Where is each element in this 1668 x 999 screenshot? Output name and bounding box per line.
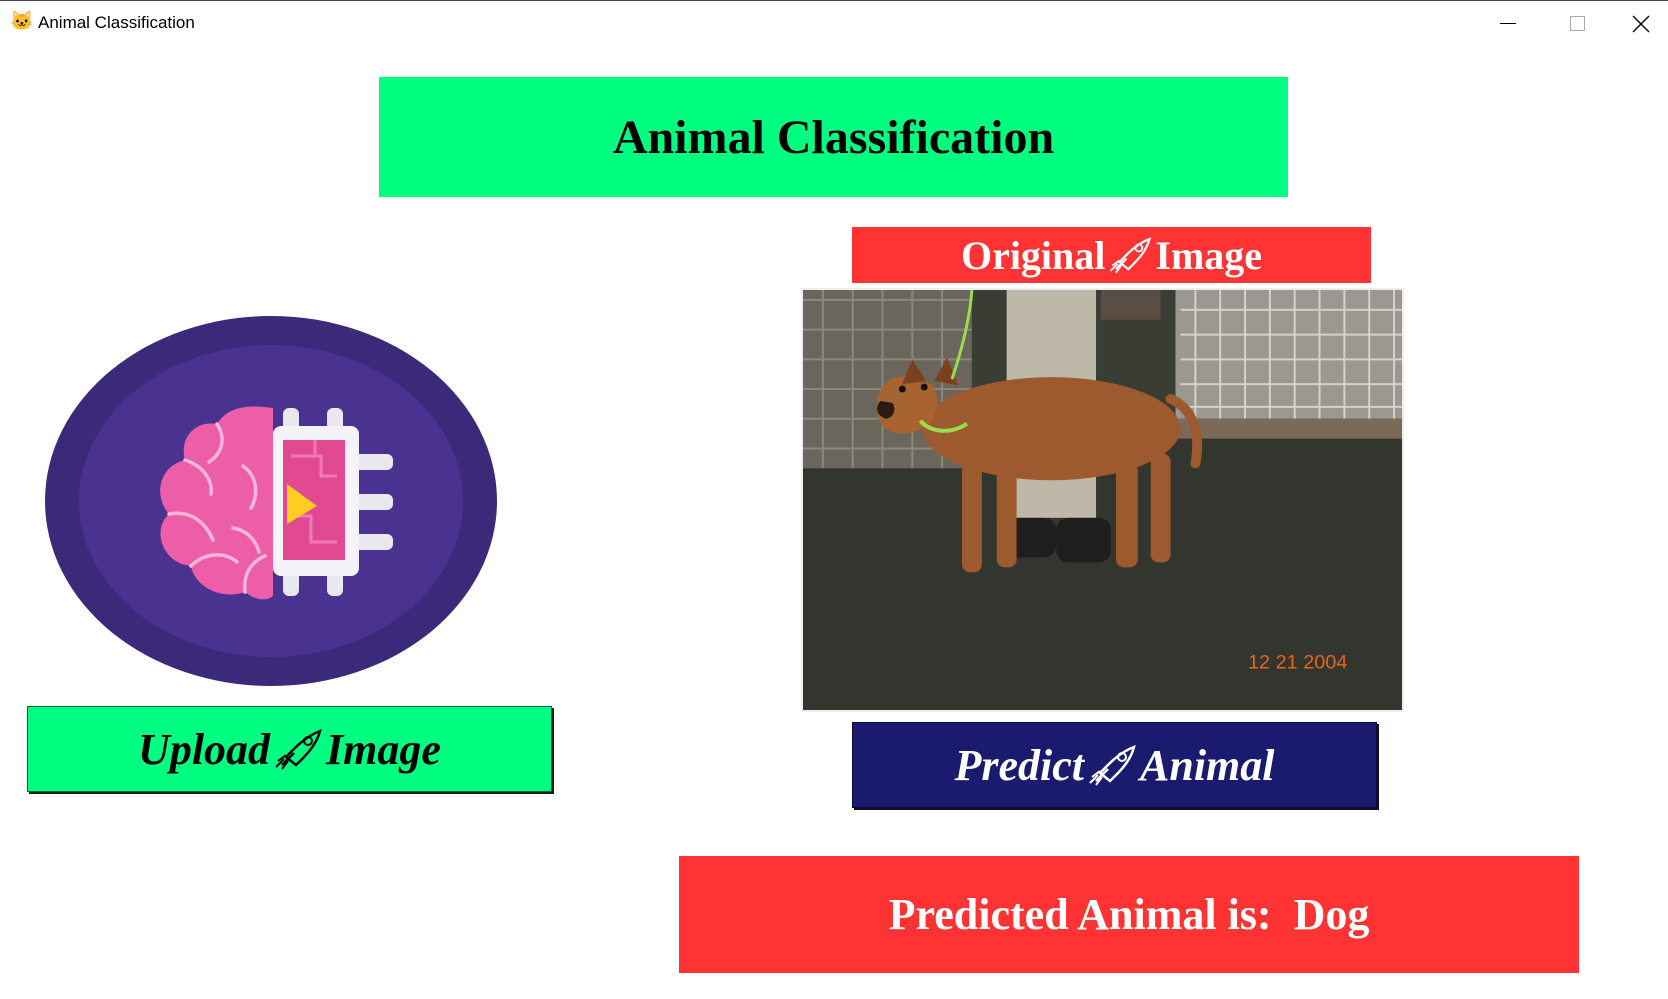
original-label-left: Original [960,232,1106,278]
photo-timestamp: 12 21 2004 [1248,651,1347,673]
upload-image-button[interactable]: Upload Image [27,706,552,792]
page-title: Animal Classification [612,110,1055,164]
predict-animal-button[interactable]: Predict Animal [852,722,1377,808]
upload-label-right: Image [326,724,441,774]
uploaded-dog-photo: 12 21 2004 [801,288,1404,712]
brain-chip-logo-icon [45,316,497,686]
maximize-button[interactable] [1542,1,1612,47]
rocket-icon [275,728,322,770]
minimize-button[interactable] [1472,1,1542,47]
rocket-icon [1089,744,1136,786]
close-icon [1632,15,1650,33]
rocket-icon [1110,237,1152,274]
window-title: Animal Classification [38,13,195,32]
close-button[interactable] [1612,1,1668,47]
window-titlebar: 🐱 Animal Classification [0,0,1668,46]
prediction-result-text: Predicted Animal is: Dog [888,890,1370,939]
predict-label-right: Animal [1140,740,1275,790]
upload-label-left: Upload [138,724,271,774]
app-header: Animal Classification [379,77,1288,197]
prediction-result-panel: Predicted Animal is: Dog [679,856,1579,973]
predict-label-left: Predict [954,740,1084,790]
original-label-right: Image [1155,232,1263,278]
cat-face-icon: 🐱 [10,11,34,32]
original-image-label: Original Image [852,227,1371,283]
